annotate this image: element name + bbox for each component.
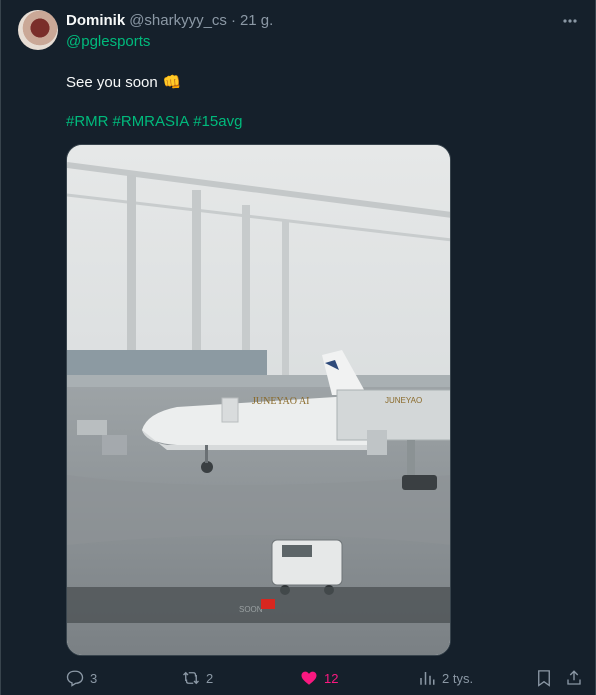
tweet-text-content: See you soon [66, 73, 158, 91]
hashtag-rmrasia[interactable]: #RMRASIA [113, 113, 190, 130]
repost-button[interactable]: 2 [182, 666, 213, 690]
hashtag-15avg[interactable]: #15avg [193, 113, 242, 130]
fist-emoji-icon: 👊 [162, 74, 182, 91]
bookmark-button[interactable] [535, 666, 553, 690]
tweet-photo[interactable]: JUNEYAO AI JUNEYAO SOON [66, 144, 451, 656]
display-name[interactable]: Dominik [66, 12, 125, 29]
handle[interactable]: @sharkyyy_cs [129, 12, 227, 29]
bookmark-icon [538, 670, 550, 687]
hashtag-rmr[interactable]: #RMR [66, 113, 109, 130]
reply-icon [66, 670, 84, 687]
airport-photo-icon: JUNEYAO AI JUNEYAO SOON [67, 145, 450, 655]
tweet-text: See you soon 👊 [66, 73, 182, 92]
action-bar: 3 2 12 2 tys. [66, 666, 584, 690]
tweet-header: Dominik @sharkyyy_cs · 21 g. [66, 10, 273, 30]
separator: · [230, 11, 236, 29]
repost-icon [183, 671, 199, 685]
views-button[interactable]: 2 tys. [418, 666, 473, 690]
more-icon[interactable] [561, 12, 579, 30]
bridge-livery-text: JUNEYAO [385, 396, 422, 405]
sign-text: SOON [239, 605, 263, 614]
avatar[interactable] [18, 10, 58, 50]
like-icon [301, 671, 317, 685]
views-icon [420, 672, 435, 685]
share-icon [567, 670, 581, 685]
repost-count: 2 [206, 670, 214, 686]
like-count: 12 [324, 670, 339, 686]
hashtags: #RMR #RMRASIA #15avg [66, 113, 242, 130]
reply-to-link[interactable]: @pglesports [66, 33, 150, 50]
reply-count: 3 [90, 670, 98, 686]
like-button[interactable]: 12 [300, 666, 338, 690]
share-button[interactable] [565, 666, 583, 690]
timestamp[interactable]: 21 g. [240, 12, 273, 29]
tweet[interactable]: Dominik @sharkyyy_cs · 21 g. @pglesports… [0, 0, 596, 695]
reply-to: @pglesports [66, 33, 150, 50]
airline-livery-text: JUNEYAO AI [252, 396, 310, 407]
reply-button[interactable]: 3 [66, 666, 97, 690]
views-count: 2 tys. [442, 670, 474, 686]
